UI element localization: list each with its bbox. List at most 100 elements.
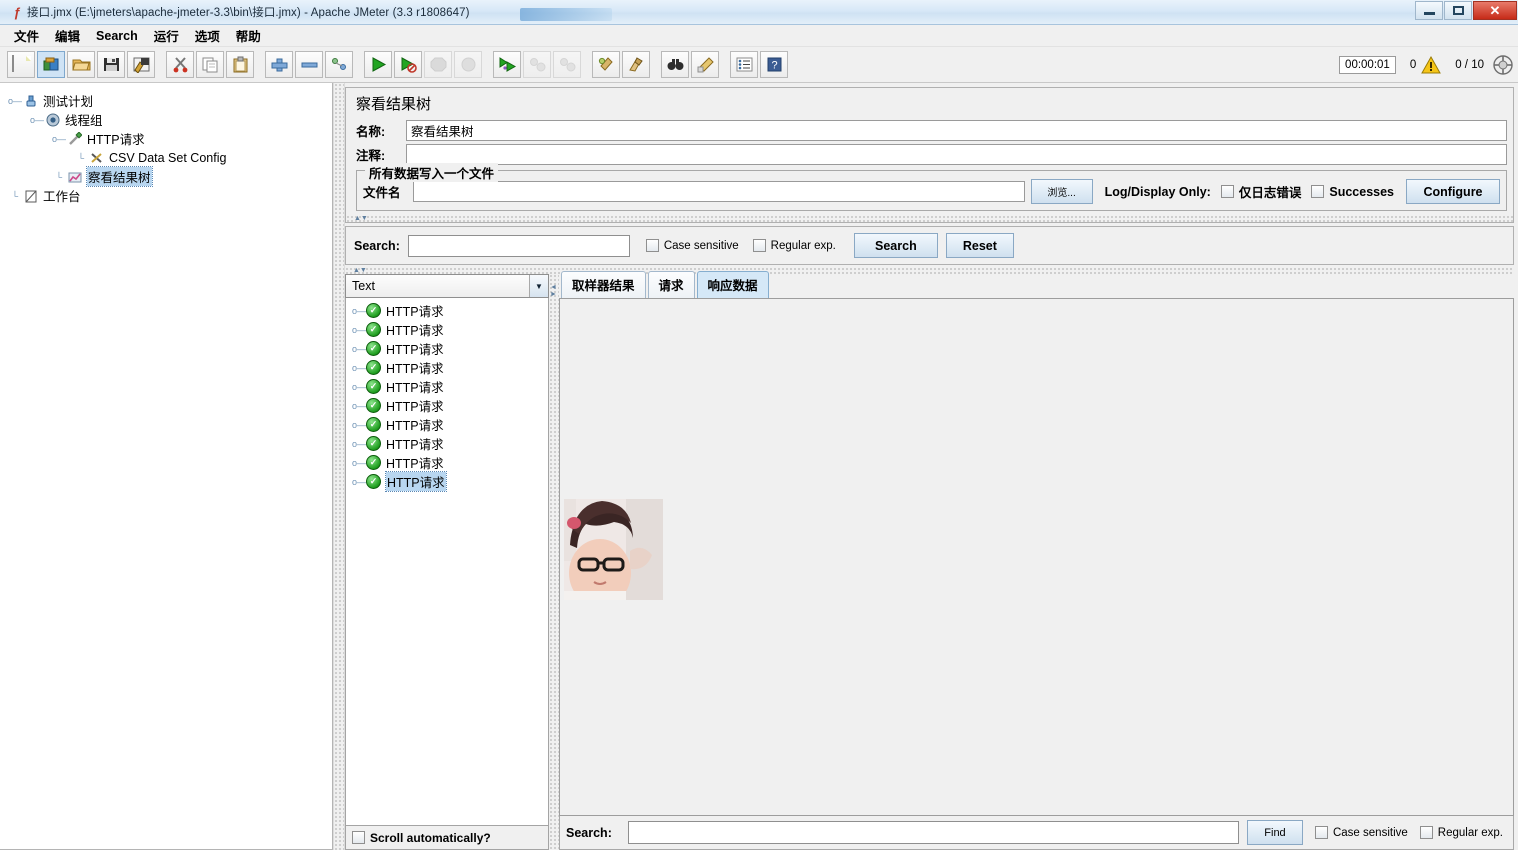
- minimize-button[interactable]: [1415, 1, 1443, 20]
- templates-button[interactable]: [37, 51, 65, 78]
- scroll-automatically-checkbox[interactable]: Scroll automatically?: [352, 831, 491, 845]
- remote-start-all-button[interactable]: [493, 51, 521, 78]
- expand-handle-icon[interactable]: o—: [352, 382, 366, 392]
- start-button[interactable]: [364, 51, 392, 78]
- remote-stop-all-button[interactable]: [523, 51, 551, 78]
- bottom-case-sensitive-checkbox[interactable]: Case sensitive: [1314, 826, 1408, 839]
- warning-triangle-icon[interactable]: [1421, 56, 1442, 74]
- search-button[interactable]: [661, 51, 689, 78]
- cut-button[interactable]: [166, 51, 194, 78]
- expand-handle-icon[interactable]: o—: [352, 420, 366, 430]
- results-vertical-splitter[interactable]: ◄ ►: [549, 274, 559, 850]
- tab-request[interactable]: 请求: [647, 271, 695, 298]
- filename-input[interactable]: [413, 181, 1025, 202]
- maximize-button[interactable]: [1444, 1, 1472, 20]
- tree-label: 测试计划: [43, 95, 94, 109]
- expand-handle-icon[interactable]: o—: [52, 134, 66, 144]
- horizontal-splitter[interactable]: [333, 83, 345, 850]
- expand-handle-icon[interactable]: o—: [352, 401, 366, 411]
- tree-node-test-plan[interactable]: o— 测试计划: [0, 91, 332, 110]
- tree-node-http-request[interactable]: o— HTTP请求: [0, 129, 332, 148]
- clear-button[interactable]: [592, 51, 620, 78]
- search-reset-button[interactable]: [691, 51, 719, 78]
- list-item[interactable]: o— ✓ HTTP请求: [346, 301, 548, 320]
- tab-sampler-result[interactable]: 取样器结果: [561, 271, 646, 298]
- shutdown-button[interactable]: [454, 51, 482, 78]
- comment-input[interactable]: [406, 143, 1507, 165]
- thread-gauge-icon[interactable]: [1492, 54, 1514, 76]
- sample-results-list[interactable]: o— ✓ HTTP请求 o— ✓ HTTP请求 o— ✓ HTTP请求 o— ✓…: [345, 298, 549, 826]
- success-shield-icon: ✓: [366, 455, 381, 470]
- list-item[interactable]: o— ✓ HTTP请求: [346, 415, 548, 434]
- list-item-label: HTTP请求: [386, 324, 444, 338]
- tree-node-csv-data-set-config[interactable]: └ CSV Data Set Config: [0, 148, 332, 167]
- expand-handle-icon[interactable]: o—: [352, 306, 366, 316]
- help-button[interactable]: ?: [760, 51, 788, 78]
- tree-node-view-results-tree[interactable]: └ 察看结果树: [0, 166, 332, 187]
- binoculars-icon: [667, 59, 683, 70]
- successes-checkbox[interactable]: Successes: [1311, 185, 1394, 199]
- response-search-bar: Search: Find Case sensitive Regular exp.: [559, 816, 1514, 850]
- list-item[interactable]: o— ✓ HTTP请求: [346, 377, 548, 396]
- stop-button[interactable]: [424, 51, 452, 78]
- list-item[interactable]: o— ✓ HTTP请求: [346, 339, 548, 358]
- menu-run[interactable]: 运行: [146, 24, 187, 47]
- menu-options[interactable]: 选项: [187, 24, 228, 47]
- search-case-sensitive-checkbox[interactable]: Case sensitive: [645, 239, 739, 252]
- open-button[interactable]: [67, 51, 95, 78]
- name-input[interactable]: [406, 119, 1507, 141]
- errors-only-checkbox[interactable]: 仅日志错误: [1220, 182, 1301, 201]
- list-item[interactable]: o— ✓ HTTP请求: [346, 396, 548, 415]
- clear-all-button[interactable]: [622, 51, 650, 78]
- expand-handle-icon[interactable]: o—: [352, 363, 366, 373]
- search-regular-exp-checkbox[interactable]: Regular exp.: [752, 239, 836, 252]
- tree-node-thread-group[interactable]: o— 线程组: [0, 110, 332, 129]
- copy-button[interactable]: [196, 51, 224, 78]
- list-item[interactable]: o— ✓ HTTP请求: [346, 471, 548, 492]
- menu-file[interactable]: 文件: [6, 24, 47, 47]
- function-helper-button[interactable]: [730, 51, 758, 78]
- search-submit-button[interactable]: Search: [853, 233, 938, 258]
- start-no-pauses-button[interactable]: [394, 51, 422, 78]
- configure-button[interactable]: Configure: [1406, 179, 1500, 204]
- expand-handle-icon[interactable]: o—: [352, 477, 366, 487]
- render-selector[interactable]: Text ▼: [345, 274, 549, 298]
- search-input[interactable]: [407, 234, 630, 257]
- menu-search[interactable]: Search: [88, 27, 146, 45]
- list-item[interactable]: o— ✓ HTTP请求: [346, 358, 548, 377]
- expand-handle-icon[interactable]: o—: [30, 115, 44, 125]
- list-item[interactable]: o— ✓ HTTP请求: [346, 453, 548, 472]
- thread-group-icon: [44, 112, 62, 128]
- bottom-regular-exp-checkbox[interactable]: Regular exp.: [1419, 826, 1503, 839]
- browse-button[interactable]: 浏览...: [1030, 179, 1093, 204]
- write-all-data-group-title: 所有数据写入一个文件: [365, 163, 499, 182]
- tree-node-workbench[interactable]: └ 工作台: [0, 186, 332, 205]
- search-expander-handle[interactable]: ▲▼: [345, 267, 1514, 274]
- menu-help[interactable]: 帮助: [228, 24, 269, 47]
- find-button[interactable]: Find: [1246, 820, 1303, 845]
- expand-handle-icon[interactable]: o—: [352, 344, 366, 354]
- expand-handle-icon[interactable]: o—: [352, 325, 366, 335]
- search-reset-button[interactable]: Reset: [945, 233, 1014, 258]
- scissors-icon: [173, 57, 187, 73]
- new-button[interactable]: [7, 51, 35, 78]
- toggle-button[interactable]: [325, 51, 353, 78]
- save-as-button[interactable]: [127, 51, 155, 78]
- list-item[interactable]: o— ✓ HTTP请求: [346, 434, 548, 453]
- bottom-search-input[interactable]: [627, 821, 1239, 844]
- remote-shutdown-all-button[interactable]: [553, 51, 581, 78]
- response-data-view[interactable]: [559, 298, 1514, 816]
- paste-button[interactable]: [226, 51, 254, 78]
- chevron-down-icon[interactable]: ▼: [529, 275, 548, 297]
- expand-all-button[interactable]: [265, 51, 293, 78]
- list-item[interactable]: o— ✓ HTTP请求: [346, 320, 548, 339]
- collapse-all-button[interactable]: [295, 51, 323, 78]
- expand-handle-icon[interactable]: o—: [352, 439, 366, 449]
- expand-handle-icon[interactable]: o—: [8, 96, 22, 106]
- close-button[interactable]: ✕: [1473, 1, 1517, 20]
- panel-expander-handle[interactable]: ▲▼: [346, 215, 1513, 222]
- expand-handle-icon[interactable]: o—: [352, 458, 366, 468]
- tab-response-data[interactable]: 响应数据: [696, 271, 769, 298]
- menu-edit[interactable]: 编辑: [47, 24, 88, 47]
- save-button[interactable]: [97, 51, 125, 78]
